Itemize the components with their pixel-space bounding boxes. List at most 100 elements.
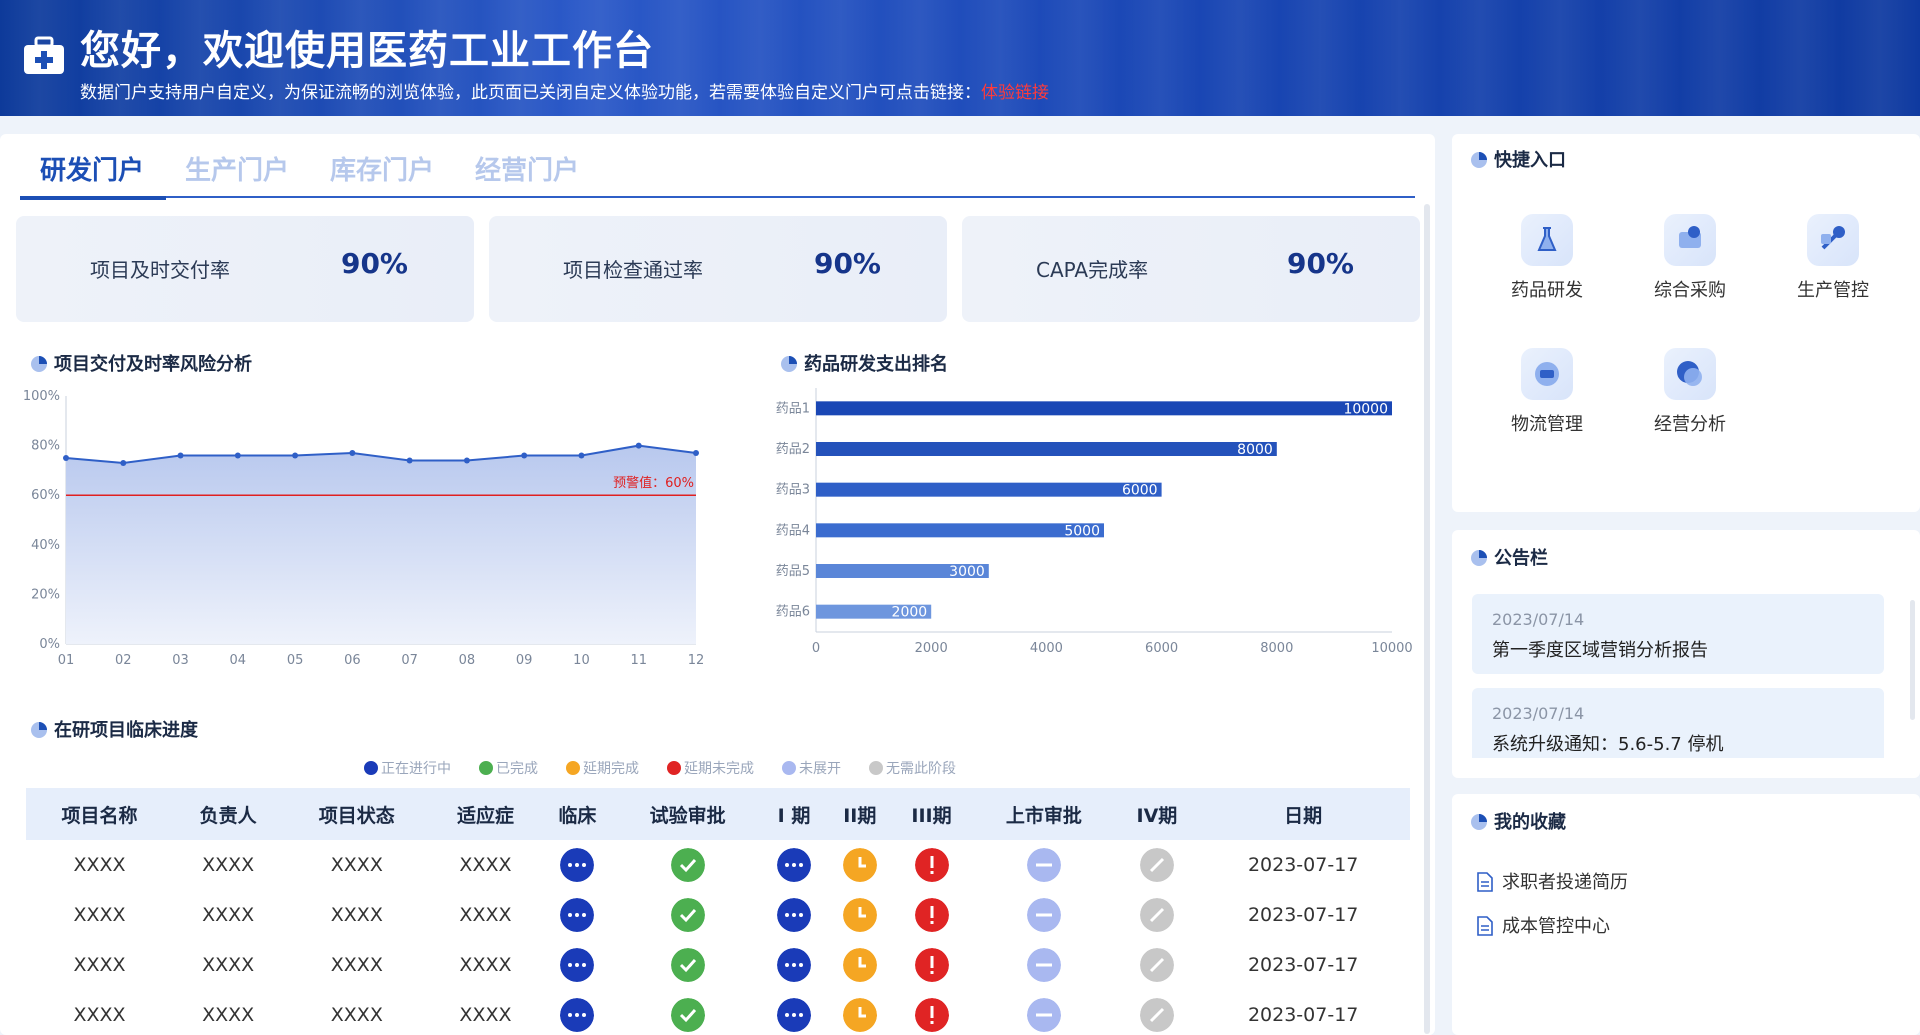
legend-item: 正在进行中 xyxy=(364,761,451,777)
kpi-value: 90% xyxy=(1286,247,1354,280)
bar-value-label: 5000 xyxy=(1064,523,1100,539)
in-progress-icon xyxy=(560,898,595,932)
table-title: 在研项目临床进度 xyxy=(30,716,198,742)
table-row[interactable]: XXXX XXXX XXXX XXXX 2023-07-17 xyxy=(26,940,1410,990)
tab-production[interactable]: 生产门户 xyxy=(185,150,289,187)
bar[interactable] xyxy=(816,401,1392,416)
tab-inventory[interactable]: 库存门户 xyxy=(330,150,434,187)
x-tick-label: 10000 xyxy=(1371,641,1412,656)
notice-text: 系统升级通知：5.6-5.7 停机 xyxy=(1492,734,1724,755)
column-header: IV期 xyxy=(1136,804,1178,827)
table-cell: XXXX xyxy=(330,854,383,876)
data-point[interactable] xyxy=(635,442,642,449)
x-tick-label: 01 xyxy=(58,653,75,668)
column-header: 日期 xyxy=(1284,804,1323,827)
data-point[interactable] xyxy=(463,457,470,464)
table-cell: XXXX xyxy=(330,1004,383,1026)
favorite-item[interactable]: 求职者投递简历 xyxy=(1476,868,1628,894)
drug-rd-spend-bar-chart: 药品1 10000 药品2 8000 药品3 6000 药品4 5000 药品5 3000 药品6 2… xyxy=(776,388,1413,656)
data-point[interactable] xyxy=(120,459,127,466)
in-progress-icon xyxy=(777,948,812,982)
column-header: 临床 xyxy=(558,804,597,827)
y-tick-label: 100% xyxy=(23,389,60,404)
quick-entry-item[interactable]: 物流管理 xyxy=(1492,348,1602,436)
category-label: 药品1 xyxy=(776,401,810,416)
experience-link[interactable]: 体验链接 xyxy=(981,83,1049,103)
quick-entry-label: 综合采购 xyxy=(1654,280,1726,301)
active-tab-indicator xyxy=(20,196,166,200)
data-point[interactable] xyxy=(63,455,69,461)
main-scrollbar[interactable] xyxy=(1424,204,1430,1034)
quick-entry-item[interactable]: 药品研发 xyxy=(1492,214,1602,302)
notice-board-card: 公告栏 2023/07/14 第一季度区域营销分析报告 2023/07/14 系… xyxy=(1452,530,1920,778)
data-point[interactable] xyxy=(292,452,299,459)
page-title: 您好，欢迎使用医药工业工作台 xyxy=(80,28,654,74)
minus-icon xyxy=(1026,898,1061,932)
table-row[interactable]: XXXX XXXX XXXX XXXX 2023-07-17 xyxy=(26,990,1410,1035)
quick-entry-title-text: 快捷入口 xyxy=(1494,150,1566,171)
table-cell: XXXX xyxy=(73,954,126,976)
x-tick-label: 02 xyxy=(115,653,132,668)
bar[interactable] xyxy=(816,523,1104,538)
kpi-label: 项目检查通过率 xyxy=(563,258,703,282)
stage-cell xyxy=(970,940,1117,990)
alert-icon xyxy=(914,998,949,1032)
x-tick-label: 6000 xyxy=(1145,641,1178,656)
date-cell: 2023-07-17 xyxy=(1247,904,1359,926)
data-point[interactable] xyxy=(521,452,528,459)
category-label: 药品4 xyxy=(776,523,810,538)
data-point[interactable] xyxy=(693,450,699,457)
quick-entry-card: 快捷入口 药品研发 综合采购 生产管控物流管理 经营分析 xyxy=(1452,134,1920,512)
bar-value-label: 8000 xyxy=(1237,442,1273,458)
y-tick-label: 40% xyxy=(31,538,60,553)
data-point[interactable] xyxy=(234,452,241,459)
notice-item[interactable]: 2023/07/14 系统升级通知：5.6-5.7 停机 xyxy=(1472,688,1884,758)
kpi-card-delivery: 项目及时交付率 90% xyxy=(16,216,474,322)
data-point[interactable] xyxy=(177,452,184,459)
in-progress-icon xyxy=(560,948,595,982)
x-tick-label: 8000 xyxy=(1260,641,1293,656)
table-row[interactable]: XXXX XXXX XXXX XXXX 2023-07-17 xyxy=(26,840,1410,890)
bar-value-label: 6000 xyxy=(1122,483,1158,499)
legend-label: 无需此阶段 xyxy=(886,761,956,777)
stage-cell xyxy=(827,890,893,940)
line-chart-title-text: 项目交付及时率风险分析 xyxy=(54,354,252,375)
legend-dot-icon xyxy=(364,761,378,775)
x-tick-label: 0 xyxy=(812,641,820,656)
clock-icon xyxy=(842,848,877,882)
table-row[interactable]: XXXX XXXX XXXX XXXX 2023-07-17 xyxy=(26,890,1410,940)
notice-list: 2023/07/14 第一季度区域营销分析报告 2023/07/14 系统升级通… xyxy=(1452,594,1920,758)
quick-entry-item[interactable]: 生产管控 xyxy=(1778,214,1888,302)
data-point[interactable] xyxy=(349,450,356,457)
data-point[interactable] xyxy=(578,452,585,459)
stage-cell xyxy=(614,990,761,1035)
x-tick-label: 09 xyxy=(516,653,533,668)
notice-scrollbar[interactable] xyxy=(1910,600,1915,720)
quick-entry-item[interactable]: 综合采购 xyxy=(1635,214,1745,302)
tab-rd[interactable]: 研发门户 xyxy=(40,150,144,187)
quick-entry-label: 经营分析 xyxy=(1654,414,1726,435)
quick-entry-label: 生产管控 xyxy=(1797,280,1869,301)
check-icon xyxy=(670,848,705,882)
bar[interactable] xyxy=(816,442,1277,456)
legend-dot-icon xyxy=(667,761,681,775)
category-label: 药品2 xyxy=(776,442,810,457)
x-tick-label: 08 xyxy=(459,653,476,668)
table-header-row: 项目名称 负责人 项目状态 适应症 临床 试验审批 I 期 II期 III期 上市审批 IV期 日期 xyxy=(26,788,1410,840)
bar[interactable] xyxy=(816,482,1162,497)
table-cell: XXXX xyxy=(459,904,512,926)
y-tick-label: 80% xyxy=(31,439,60,454)
data-point[interactable] xyxy=(406,457,413,464)
stage-cell xyxy=(893,890,971,940)
in-progress-icon xyxy=(560,998,595,1032)
favorite-item[interactable]: 成本管控中心 xyxy=(1476,912,1610,938)
tab-operation[interactable]: 经营门户 xyxy=(475,150,579,187)
slash-icon xyxy=(1139,898,1174,932)
clock-icon xyxy=(842,898,877,932)
notice-item[interactable]: 2023/07/14 第一季度区域营销分析报告 xyxy=(1472,594,1884,674)
table-cell: XXXX xyxy=(202,904,255,926)
quick-entry-label: 药品研发 xyxy=(1511,280,1583,301)
quick-entry-item[interactable]: 经营分析 xyxy=(1635,348,1745,436)
legend-dot-icon xyxy=(869,761,883,775)
column-header: 项目名称 xyxy=(61,804,138,827)
